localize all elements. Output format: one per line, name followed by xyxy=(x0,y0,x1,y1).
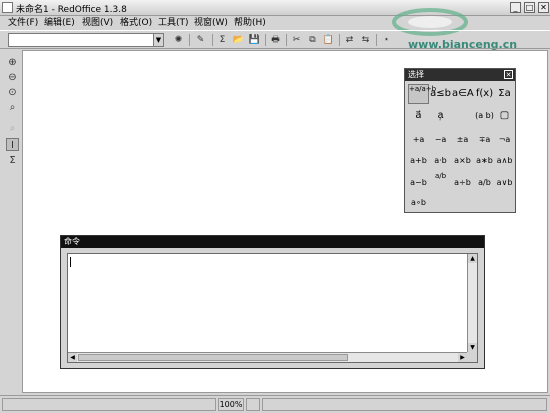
status-field-mode xyxy=(246,398,260,411)
op-plus-a[interactable]: +a xyxy=(408,133,429,147)
op-minus-a[interactable]: −a xyxy=(430,133,451,147)
op-a-times-b[interactable]: a×b xyxy=(452,154,473,168)
command-window-title: 命令 xyxy=(61,236,484,248)
menu-view[interactable]: 视图(V) xyxy=(82,16,113,30)
category-relations[interactable]: a≤b xyxy=(430,84,451,104)
category-others[interactable]: a᷊ xyxy=(430,106,451,126)
left-toolbar: ⊕ ⊖ ⊙ ⌕ ⌕ I Σ xyxy=(0,50,22,395)
scroll-right-icon[interactable]: ▶ xyxy=(458,353,467,362)
op-a-dot-b[interactable]: a·b xyxy=(430,154,451,168)
name-box[interactable]: ▼ xyxy=(8,33,164,47)
status-field-extra xyxy=(262,398,547,411)
window-title: 未命名1 - RedOffice 1.3.8 xyxy=(16,5,127,15)
zoom-out-icon[interactable]: ⊖ xyxy=(6,71,19,84)
op-a-plus-b[interactable]: a+b xyxy=(408,154,429,168)
status-field-main xyxy=(2,398,216,411)
command-window: 命令 ▲ ▼ ◀ ▶ xyxy=(60,235,485,369)
selection-panel: 选择 ✕ +a/a÷b a≤b a∈A f(x) Σa a⃗ a᷊ (a b) … xyxy=(404,68,516,213)
menu-window[interactable]: 视窗(W) xyxy=(194,16,228,30)
app-icon xyxy=(2,2,13,13)
scroll-corner xyxy=(467,352,477,362)
chevron-down-icon[interactable]: ▼ xyxy=(153,34,163,46)
show-all-icon[interactable]: ⌕ xyxy=(6,101,19,114)
save-icon[interactable]: 💾 xyxy=(248,34,261,46)
scroll-left-icon[interactable]: ◀ xyxy=(68,353,77,362)
op-a-over-b[interactable]: a/b xyxy=(430,172,451,186)
op-a-slash-b[interactable]: a/b xyxy=(474,176,495,190)
category-operators[interactable]: Σa xyxy=(494,84,515,104)
scroll-up-icon[interactable]: ▲ xyxy=(468,254,477,263)
menu-format[interactable]: 格式(O) xyxy=(120,16,152,30)
menu-edit[interactable]: 编辑(E) xyxy=(44,16,75,30)
toolbar: ▼ ✺ ✎ Σ 📂 💾 🖶 ✂ ⧉ 📋 ⇄ ⇆ ⋆ xyxy=(0,30,550,49)
category-set-operations[interactable]: a∈A xyxy=(452,84,474,104)
command-input[interactable]: ▲ ▼ ◀ ▶ xyxy=(67,253,478,363)
copy-icon[interactable]: ⧉ xyxy=(306,34,319,46)
selection-panel-title-text: 选择 xyxy=(408,70,424,79)
cursor-icon[interactable]: I xyxy=(6,138,19,151)
op-plusminus-a[interactable]: ±a xyxy=(452,133,473,147)
selection-panel-title: 选择 ✕ xyxy=(405,69,515,81)
op-minusplus-a[interactable]: ∓a xyxy=(474,133,495,147)
horizontal-scrollbar[interactable]: ◀ ▶ xyxy=(68,352,467,362)
op-a-minus-b[interactable]: a−b xyxy=(408,176,429,190)
category-attributes[interactable]: a⃗ xyxy=(408,106,429,126)
navigator-icon[interactable]: ✺ xyxy=(172,34,185,46)
cut-icon[interactable]: ✂ xyxy=(290,34,303,46)
undo-icon[interactable]: ⇄ xyxy=(343,34,356,46)
text-caret xyxy=(70,257,71,267)
op-not-a[interactable]: ¬a xyxy=(494,133,515,147)
zoom-in-icon[interactable]: ⊕ xyxy=(6,56,19,69)
menu-bar: 文件(F) 编辑(E) 视图(V) 格式(O) 工具(T) 视窗(W) 帮助(H… xyxy=(0,16,550,30)
open-icon[interactable]: 📂 xyxy=(232,34,245,46)
redo-icon[interactable]: ⇆ xyxy=(359,34,372,46)
zoom-100-icon[interactable]: ⊙ xyxy=(6,86,19,99)
print-icon[interactable]: 🖶 xyxy=(269,34,282,46)
new-formula-icon[interactable]: Σ xyxy=(216,34,229,46)
op-a-star-b[interactable]: a∗b xyxy=(474,154,495,168)
symbols-icon[interactable]: Σ xyxy=(6,154,19,167)
extra-icon[interactable]: ⋆ xyxy=(380,34,393,46)
minimize-button[interactable]: _ xyxy=(510,2,521,13)
menu-tools[interactable]: 工具(T) xyxy=(158,16,189,30)
edit-file-icon[interactable]: ✎ xyxy=(194,34,207,46)
status-bar: 100% xyxy=(0,395,550,413)
maximize-button[interactable]: □ xyxy=(524,2,535,13)
category-formats[interactable]: ▢ xyxy=(494,106,515,126)
op-a-or-b[interactable]: a∨b xyxy=(494,176,515,190)
paste-icon[interactable]: 📋 xyxy=(322,34,335,46)
vertical-scrollbar[interactable]: ▲ ▼ xyxy=(467,254,477,352)
close-button[interactable]: ✕ xyxy=(538,2,549,13)
menu-file[interactable]: 文件(F) xyxy=(8,16,38,30)
category-unary-binary[interactable]: +a/a÷b xyxy=(408,84,436,104)
category-functions[interactable]: f(x) xyxy=(474,84,495,104)
op-a-circ-b[interactable]: a∘b xyxy=(408,196,429,210)
op-a-div-b[interactable]: a÷b xyxy=(452,176,473,190)
zoom-level[interactable]: 100% xyxy=(218,398,244,411)
close-icon[interactable]: ✕ xyxy=(504,70,513,79)
update-icon[interactable]: ⌕ xyxy=(6,122,19,135)
scroll-down-icon[interactable]: ▼ xyxy=(468,343,477,352)
op-a-and-b[interactable]: a∧b xyxy=(494,154,515,168)
menu-help[interactable]: 帮助(H) xyxy=(234,16,266,30)
category-brackets[interactable]: (a b) xyxy=(474,106,495,126)
scroll-thumb[interactable] xyxy=(78,354,348,361)
